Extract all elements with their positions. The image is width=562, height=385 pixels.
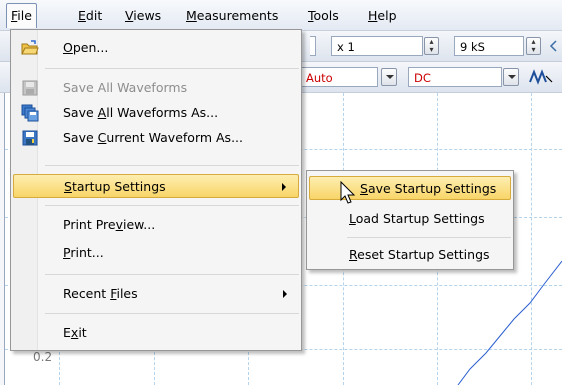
- submenu-item-reset-startup-settings[interactable]: Reset Startup Settings: [309, 243, 511, 267]
- menu-views[interactable]: Views: [125, 8, 161, 23]
- menu-item-print[interactable]: Print...: [13, 241, 299, 265]
- samples-field[interactable]: 9 kS: [454, 36, 524, 56]
- zoom-value: x 1: [337, 40, 355, 54]
- submenu-item-reset-startup-settings-label: Reset Startup Settings: [349, 247, 490, 262]
- submenu-arrow-icon: [282, 183, 286, 191]
- submenu-arrow-icon: [283, 290, 287, 298]
- menu-separator: [45, 165, 299, 166]
- signal-generator-icon[interactable]: [526, 66, 556, 88]
- zoom-field[interactable]: x 1: [331, 36, 423, 56]
- menu-tools-label: ools: [313, 8, 339, 23]
- menu-item-open-label: Open...: [63, 40, 109, 55]
- file-menu: Open... Save All Waveforms Save All Wave…: [10, 29, 302, 351]
- coupling-dropdown[interactable]: [503, 68, 519, 86]
- menu-measurements-label: easurements: [196, 8, 279, 23]
- spin-down-icon: ▾: [531, 45, 536, 54]
- menu-item-save-current-waveform-as-label: Save Current Waveform As...: [63, 130, 243, 145]
- toolbar-field-edge: [310, 36, 316, 56]
- menu-item-open[interactable]: Open...: [13, 36, 299, 60]
- menu-item-exit-label: Exit: [63, 325, 87, 340]
- spin-down-icon: ▾: [429, 45, 434, 54]
- submenu-item-load-startup-settings-label: Load Startup Settings: [349, 211, 485, 226]
- trigger-mode-dropdown[interactable]: [381, 68, 397, 86]
- menu-item-print-preview-label: Print Preview...: [63, 217, 156, 232]
- disk-icon: [21, 79, 39, 97]
- coupling-value: DC: [414, 71, 431, 85]
- menu-item-recent-files-label: Recent Files: [63, 286, 138, 301]
- menu-help[interactable]: Help: [368, 8, 397, 23]
- menu-views-label: iews: [133, 8, 162, 23]
- menu-edit[interactable]: Edit: [78, 8, 102, 23]
- save-current-icon: [21, 129, 39, 147]
- menu-item-save-all-waveforms-as-label: Save All Waveforms As...: [63, 105, 219, 120]
- menu-separator: [45, 205, 299, 206]
- samples-value: 9 kS: [460, 40, 485, 54]
- save-all-icon: [21, 104, 39, 122]
- menu-item-print-label: Print...: [63, 245, 104, 260]
- menu-separator: [45, 274, 299, 275]
- menu-item-print-preview[interactable]: Print Preview...: [13, 213, 299, 237]
- menu-item-save-all-waveforms-label: Save All Waveforms: [63, 80, 188, 95]
- menu-edit-label: dit: [85, 8, 103, 23]
- menu-item-exit[interactable]: Exit: [13, 321, 299, 345]
- menu-item-save-current-waveform-as[interactable]: Save Current Waveform As...: [13, 126, 299, 150]
- samples-spinner[interactable]: ▴ ▾: [526, 37, 541, 55]
- menu-item-save-all-waveforms-as[interactable]: Save All Waveforms As...: [13, 101, 299, 125]
- menu-item-recent-files[interactable]: Recent Files: [13, 282, 299, 306]
- menu-item-startup-settings[interactable]: Startup Settings: [13, 174, 299, 198]
- zoom-spinner[interactable]: ▴ ▾: [424, 37, 439, 55]
- trigger-mode-value: Auto: [306, 71, 333, 85]
- menu-help-accel: H: [368, 8, 378, 23]
- open-folder-icon: [21, 39, 39, 57]
- trigger-mode-field[interactable]: Auto: [300, 67, 378, 87]
- menu-bar: File Edit Views Measurements Tools Help: [0, 0, 562, 31]
- menu-separator: [347, 237, 511, 238]
- menu-tools[interactable]: Tools: [308, 8, 339, 23]
- menu-measurements-accel: M: [186, 8, 197, 23]
- startup-settings-submenu: Save Startup Settings Load Startup Setti…: [306, 170, 514, 270]
- menu-item-startup-settings-label: Startup Settings: [64, 179, 166, 194]
- menu-file[interactable]: File: [6, 3, 37, 28]
- submenu-item-save-startup-settings-label: Save Startup Settings: [360, 181, 497, 196]
- menu-edit-accel: E: [78, 8, 86, 23]
- toolbar-overflow-icon[interactable]: [549, 39, 559, 53]
- menu-item-save-all-waveforms: Save All Waveforms: [13, 76, 299, 100]
- menu-help-label: elp: [377, 8, 397, 23]
- submenu-item-load-startup-settings[interactable]: Load Startup Settings: [309, 207, 511, 231]
- menu-separator: [45, 68, 299, 69]
- mouse-pointer-icon: [340, 180, 360, 207]
- menu-file-label: ile: [17, 8, 32, 23]
- menu-separator: [45, 313, 299, 314]
- menu-measurements[interactable]: Measurements: [186, 8, 278, 23]
- coupling-field[interactable]: DC: [408, 67, 502, 87]
